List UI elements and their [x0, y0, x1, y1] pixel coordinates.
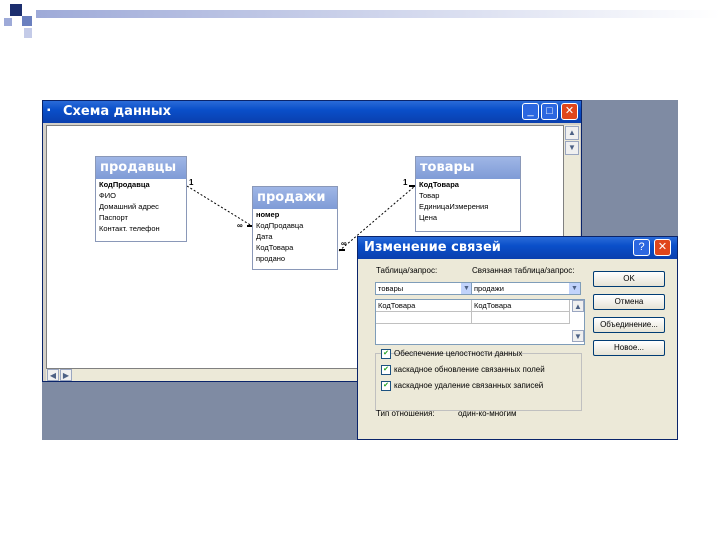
related-table-select[interactable]: продажи ▼	[471, 282, 581, 295]
table-field[interactable]: номер	[253, 209, 337, 220]
table-field[interactable]: ЕдиницаИзмерения	[416, 201, 520, 212]
related-table-select-value: продажи	[474, 284, 504, 293]
relation-one-label: 1	[403, 178, 408, 187]
table-field[interactable]: Домашний адрес	[96, 201, 186, 212]
table-field[interactable]: КодПродавца	[96, 179, 186, 190]
integrity-checkbox[interactable]: ✔ Обеспечение целостности данных	[381, 349, 522, 359]
table-field[interactable]: Паспорт	[96, 212, 186, 223]
related-table-label: Связанная таблица/запрос:	[472, 266, 575, 275]
cascade-update-checkbox[interactable]: ✔ каскадное обновление связанных полей	[381, 365, 545, 375]
ok-button[interactable]: OK	[593, 271, 665, 287]
cascade-delete-label: каскадное удаление связанных записей	[394, 381, 544, 391]
relation-many-label: ∞	[237, 221, 243, 230]
slide-decoration	[36, 10, 720, 18]
table-field[interactable]: продано	[253, 253, 337, 264]
slide-decoration	[10, 4, 22, 16]
table-label: Таблица/запрос:	[376, 266, 438, 275]
slide-decoration	[22, 16, 32, 26]
field-cell-right[interactable]	[472, 312, 570, 324]
cascade-delete-checkbox[interactable]: ✔ каскадное удаление связанных записей	[381, 381, 543, 391]
table-title: продажи	[253, 187, 337, 209]
scroll-right-icon[interactable]: ▶	[60, 369, 72, 381]
table-prodavtsy[interactable]: продавцы КодПродавца ФИО Домашний адрес …	[95, 156, 187, 242]
cascade-update-label: каскадное обновление связанных полей	[394, 365, 545, 375]
scroll-down-icon[interactable]: ▼	[565, 141, 579, 155]
relation-one-label: 1	[189, 178, 194, 187]
table-field[interactable]: КодТовара	[416, 179, 520, 190]
checkbox-checked-icon[interactable]: ✔	[381, 381, 391, 391]
integrity-checkbox-label: Обеспечение целостности данных	[394, 349, 523, 359]
table-field[interactable]: ФИО	[96, 190, 186, 201]
window-title: Схема данных	[63, 104, 172, 119]
checkbox-checked-icon[interactable]: ✔	[381, 365, 391, 375]
relation-many-label: ∞	[341, 239, 347, 248]
relation-type-value: один-ко-многим	[458, 409, 517, 418]
join-type-button[interactable]: Объединение...	[593, 317, 665, 333]
table-field[interactable]: Цена	[416, 212, 520, 223]
table-select-value: товары	[378, 284, 404, 293]
scroll-left-icon[interactable]: ◀	[47, 369, 59, 381]
scroll-up-icon[interactable]: ▲	[572, 300, 584, 312]
chevron-down-icon[interactable]: ▼	[569, 283, 580, 294]
field-cell-left[interactable]	[376, 312, 472, 324]
table-field[interactable]: Дата	[253, 231, 337, 242]
table-field[interactable]: Товар	[416, 190, 520, 201]
table-field[interactable]: КодПродавца	[253, 220, 337, 231]
table-title: товары	[416, 157, 520, 179]
table-prodazhi[interactable]: продажи номер КодПродавца Дата КодТовара…	[252, 186, 338, 270]
create-new-button[interactable]: Новое...	[593, 340, 665, 356]
scroll-down-icon[interactable]: ▼	[572, 330, 584, 342]
table-tovary[interactable]: товары КодТовара Товар ЕдиницаИзмерения …	[415, 156, 521, 232]
relation-type-label: Тип отношения:	[376, 409, 435, 418]
table-select[interactable]: товары ▼	[375, 282, 473, 295]
window-titlebar[interactable]: ▪ Схема данных _ □ ✕	[43, 101, 581, 123]
table-field[interactable]: Контакт. телефон	[96, 223, 186, 234]
table-field[interactable]: КодТовара	[253, 242, 337, 253]
minimize-button[interactable]: _	[522, 103, 539, 120]
help-button[interactable]: ?	[633, 239, 650, 256]
fields-grid[interactable]: КодТовара КодТовара ▲ ▼	[375, 299, 585, 345]
screenshot: ▪ Схема данных _ □ ✕ 1 ∞ ∞ 1 продавцы Ко…	[42, 100, 678, 440]
cancel-button[interactable]: Отмена	[593, 294, 665, 310]
checkbox-checked-icon[interactable]: ✔	[381, 349, 391, 359]
field-cell-left[interactable]: КодТовара	[376, 300, 472, 312]
field-cell-right[interactable]: КодТовара	[472, 300, 570, 312]
dialog-titlebar[interactable]: Изменение связей ? ✕	[358, 237, 677, 259]
close-button[interactable]: ✕	[561, 103, 578, 120]
slide-decoration	[24, 28, 32, 38]
maximize-button[interactable]: □	[541, 103, 558, 120]
dialog-title: Изменение связей	[364, 240, 501, 255]
dialog-close-button[interactable]: ✕	[654, 239, 671, 256]
edit-relationships-dialog: Изменение связей ? ✕ Таблица/запрос: Свя…	[357, 236, 678, 440]
app-icon: ▪	[47, 105, 51, 116]
slide-decoration	[4, 18, 12, 26]
table-title: продавцы	[96, 157, 186, 179]
scroll-up-icon[interactable]: ▲	[565, 126, 579, 140]
